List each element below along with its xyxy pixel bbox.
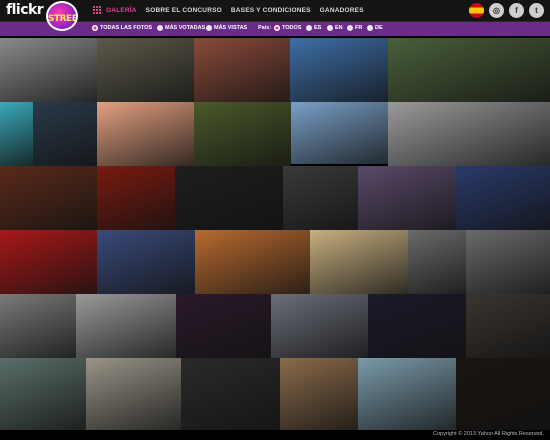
radio-icon [306, 25, 312, 31]
spain-flag-icon[interactable] [469, 3, 484, 18]
filter-lang-de[interactable]: DE [367, 25, 383, 31]
street-contest-badge: STREET [46, 1, 78, 31]
filter-label: ES [314, 25, 322, 31]
photo-red-seats[interactable] [0, 230, 97, 294]
photo-street-vendor[interactable] [408, 230, 466, 294]
filter-label: MÁS VOTADAS [165, 25, 206, 31]
nav-sobre-el-concurso[interactable]: SOBRE EL CONCURSO [146, 7, 222, 14]
photo-night-crowd[interactable] [0, 166, 97, 230]
photo-neon-interior[interactable] [358, 166, 456, 230]
flickr-logo[interactable]: flickr [6, 2, 44, 18]
photo-teal-sculpture[interactable] [0, 102, 33, 166]
photo-river-bridge-dusk[interactable] [456, 166, 550, 230]
radio-icon [347, 25, 353, 31]
instagram-icon[interactable]: ◎ [489, 3, 504, 18]
photo-bw-street-sign[interactable] [466, 230, 550, 294]
photo-harbor-dusk[interactable] [97, 230, 195, 294]
photo-dark-structure[interactable] [33, 102, 97, 166]
filter-label: TODAS LAS FOTOS [100, 25, 153, 31]
photo-boat-on-sand[interactable] [86, 358, 181, 430]
photo-balcony-plants[interactable] [280, 358, 358, 430]
filter-mas-vistas[interactable]: MÁS VISTAS [206, 25, 247, 31]
radio-icon [157, 25, 163, 31]
photo-newspaper-readers[interactable] [175, 166, 283, 230]
radio-selected-icon [274, 25, 280, 31]
photo-night-skyline[interactable] [368, 294, 466, 358]
main-nav: GALERÍA SOBRE EL CONCURSO BASES Y CONDIC… [106, 7, 364, 14]
nav-bases-y-condiciones[interactable]: BASES Y CONDICIONES [231, 7, 311, 14]
facebook-icon[interactable]: f [509, 3, 524, 18]
radio-icon [327, 25, 333, 31]
filter-label: EN [335, 25, 343, 31]
photo-aerial-landscape[interactable] [0, 358, 86, 430]
filter-lang-en[interactable]: EN [327, 25, 343, 31]
footer: Copyright © 2013 Yahoo All Rights Reserv… [0, 430, 550, 440]
radio-icon [367, 25, 373, 31]
grid-icon [93, 6, 102, 15]
filter-label: DE [375, 25, 383, 31]
radio-selected-icon [92, 25, 98, 31]
photo-palace-lake[interactable] [291, 102, 388, 164]
photo-sunset-figure[interactable] [97, 102, 194, 166]
photo-night-street-lamp[interactable] [181, 358, 280, 430]
photo-modern-building[interactable] [466, 294, 550, 358]
photo-lake-city[interactable] [271, 294, 368, 358]
filter-bar: TODAS LAS FOTOS MÁS VOTADAS MÁS VISTAS P… [0, 22, 550, 36]
photo-greek-temple[interactable] [0, 38, 97, 102]
filter-lang-fr[interactable]: FR [347, 25, 362, 31]
photo-market-stalls[interactable] [283, 166, 358, 230]
filter-todas-las-fotos[interactable]: TODAS LAS FOTOS [92, 25, 152, 31]
radio-icon [206, 25, 212, 31]
photo-fireworks[interactable] [176, 294, 271, 358]
filter-lang-es[interactable]: ES [306, 25, 321, 31]
photo-river-forest[interactable] [76, 294, 176, 358]
photo-basketball-hoop[interactable] [388, 38, 550, 102]
photo-old-men-bench[interactable] [388, 102, 550, 166]
filter-lang-todos[interactable]: TODOS [274, 25, 301, 31]
photo-cat-eye[interactable] [97, 38, 194, 102]
photo-night-tower[interactable] [456, 358, 550, 430]
photo-graffiti-amor[interactable] [194, 38, 290, 102]
nav-ganadores[interactable]: GANADORES [320, 7, 364, 14]
photo-chinese-lanterns[interactable] [97, 166, 175, 230]
photo-statue-head[interactable] [358, 358, 456, 430]
twitter-icon[interactable]: t [529, 3, 544, 18]
badge-main-text: STREET [48, 14, 78, 24]
top-bar: flickr GALERÍA SOBRE EL CONCURSO BASES Y… [0, 0, 550, 22]
photo-garden[interactable] [194, 102, 291, 166]
photo-red-flag-runner[interactable] [0, 294, 76, 358]
photo-street-market[interactable] [310, 230, 408, 294]
country-filter-label: País: [258, 25, 272, 31]
filter-label: FR [355, 25, 363, 31]
filter-label: MÁS VISTAS [214, 25, 248, 31]
social-links: ◎ f t [469, 3, 544, 18]
nav-galeria[interactable]: GALERÍA [106, 7, 137, 14]
photo-shoes-on-wire[interactable] [290, 38, 388, 102]
photo-stage-hall[interactable] [195, 230, 310, 294]
filter-label: TODOS [282, 25, 302, 31]
filter-mas-votadas[interactable]: MÁS VOTADAS [157, 25, 205, 31]
copyright-text: Copyright © 2013 Yahoo All Rights Reserv… [433, 431, 544, 437]
